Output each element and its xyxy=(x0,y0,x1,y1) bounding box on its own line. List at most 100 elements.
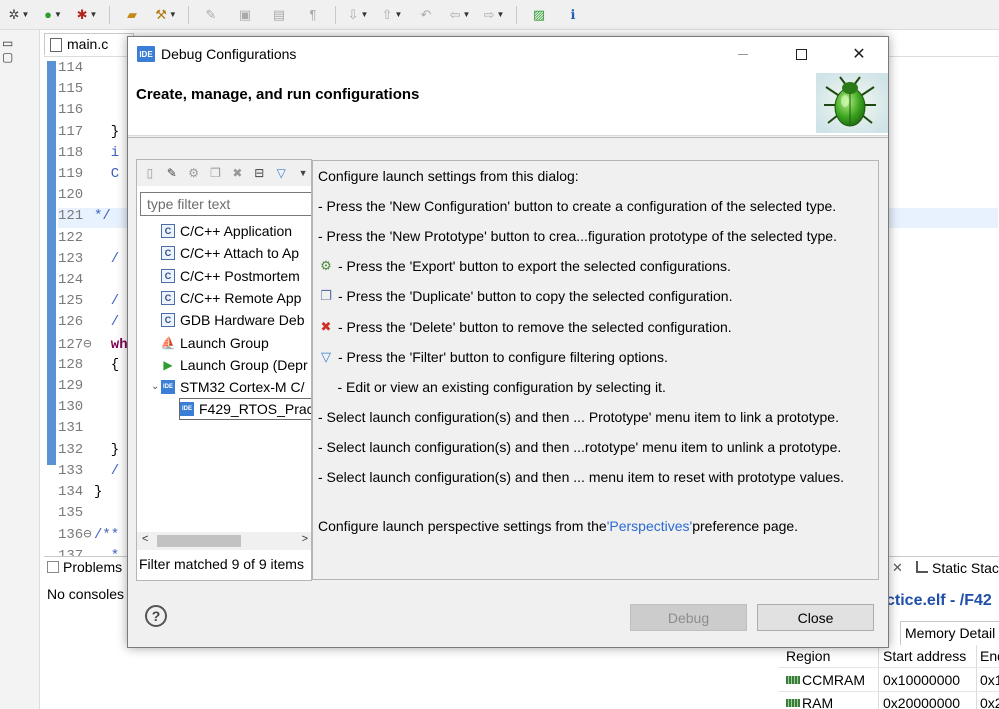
info-line: ✖ - Press the 'Delete' button to remove t… xyxy=(318,316,732,338)
region-label: RAM xyxy=(802,695,834,709)
duplicate-icon[interactable]: ❐ xyxy=(206,163,226,183)
tree-item[interactable]: ⛵ Launch Group xyxy=(161,332,269,354)
table-row[interactable]: RAM 0x20000000 0x2 xyxy=(778,692,999,709)
export-icon[interactable]: ⚙ xyxy=(184,163,204,183)
line-number: 124 xyxy=(58,272,84,288)
code-text: } xyxy=(94,484,103,500)
toolbar-separator xyxy=(188,5,189,24)
filter-input[interactable]: type filter text xyxy=(140,192,311,216)
close-button[interactable]: Close xyxy=(757,604,874,631)
forward-icon[interactable]: ⇨ ▼ xyxy=(479,4,509,26)
dialog-header: Create, manage, and run configurations xyxy=(128,71,888,136)
info-line: ▽ - Press the 'Filter' button to configur… xyxy=(318,346,668,368)
help-icon[interactable]: ? xyxy=(145,605,167,627)
perspectives-link[interactable]: 'Perspectives' xyxy=(607,518,693,534)
end-address-cell: 0x1 xyxy=(980,672,999,688)
column-header[interactable]: End xyxy=(980,648,999,664)
info-line-text: - Press the 'Export' button to export th… xyxy=(338,258,731,275)
debug-gear-icon[interactable]: ✲ ▼ xyxy=(4,4,34,26)
debug-button[interactable]: Debug xyxy=(630,604,747,631)
toggle-icon[interactable]: ▣ xyxy=(230,4,260,26)
toolbar-separator xyxy=(335,5,336,24)
block-icon[interactable]: ▤ xyxy=(264,4,294,26)
line-number: 122 xyxy=(58,229,84,246)
horizontal-scrollbar[interactable]: < > xyxy=(137,532,311,550)
delete-icon[interactable]: ✖ xyxy=(228,163,248,183)
column-header[interactable]: Region xyxy=(786,648,830,664)
code-text: / xyxy=(94,293,120,310)
line-number: 120 xyxy=(58,187,84,204)
dialog-titlebar[interactable]: IDE Debug Configurations ✕ xyxy=(128,37,888,71)
editor-tab-main-c[interactable]: main.c xyxy=(44,33,134,55)
close-icon[interactable]: ✕ xyxy=(892,560,903,576)
info-line-text: - Select launch configuration(s) and the… xyxy=(318,408,839,425)
pilcrow-icon[interactable]: ¶ xyxy=(298,4,328,26)
edit-icon[interactable]: ✎ xyxy=(196,4,226,26)
prev-annotation-icon[interactable]: ⇧ ▼ xyxy=(377,4,407,26)
open-perspective-icon[interactable]: ▨ xyxy=(524,4,554,26)
perspectives-text-after: preference page. xyxy=(692,518,799,534)
c-file-icon xyxy=(50,38,62,52)
tree-item[interactable]: IDE F429_RTOS_Practice_01 Debug xyxy=(179,398,311,421)
close-window-button[interactable]: ✕ xyxy=(836,37,882,71)
new-prototype-icon[interactable]: ✎ xyxy=(162,163,182,183)
bug-run-icon[interactable]: ✱ ▼ xyxy=(72,4,102,26)
line-number: 131 xyxy=(58,420,84,437)
tree-item-label: Launch Group (Depr xyxy=(180,356,308,373)
line-number: 119 xyxy=(58,166,84,182)
collapse-all-icon[interactable]: ⊟ xyxy=(249,163,269,183)
main-toolbar: ✲ ▼ ● ▼ ✱ ▼ ▰ ⚒ ▼ ✎ ▣ ▤ ¶ ⇩ ▼ ⇧ ▼ ↶ ⇦ ▼ ⇨ ▼ ▨ ℹ xyxy=(0,0,999,30)
line-number: 126 xyxy=(58,314,84,331)
scrollbar-thumb[interactable] xyxy=(157,535,241,547)
c-icon: C xyxy=(161,268,175,283)
back-icon[interactable]: ⇦ ▼ xyxy=(445,4,475,26)
tree-item[interactable]: C C/C++ Attach to Ap xyxy=(161,242,299,264)
last-edit-icon[interactable]: ↶ xyxy=(411,4,441,26)
run-icon[interactable]: ● ▼ xyxy=(38,4,68,26)
line-number: 135 xyxy=(58,505,84,522)
c-icon: C xyxy=(161,290,175,305)
wand-icon[interactable]: ⚒ ▼ xyxy=(151,4,181,26)
table-row[interactable]: CCMRAM 0x10000000 0x1 xyxy=(778,669,999,692)
tree-item[interactable]: C C/C++ Postmortem xyxy=(161,265,300,287)
line-number: 118 xyxy=(58,144,84,161)
maximize-button[interactable] xyxy=(778,37,824,71)
tree-item[interactable]: C GDB Hardware Deb xyxy=(161,309,305,331)
table-header: Region Start address End xyxy=(778,645,999,668)
line-number: 121 xyxy=(58,208,84,225)
tree-item[interactable]: ▶ Launch Group (Depr xyxy=(161,354,308,376)
region-cell: CCMRAM xyxy=(786,672,865,688)
line-number: 136⊖ xyxy=(58,527,92,544)
code-text: / xyxy=(94,314,120,331)
memory-table: Region Start address End CCMRAM 0x100000… xyxy=(778,645,999,709)
start-address-cell: 0x20000000 xyxy=(883,695,961,709)
line-number: 116 xyxy=(58,102,84,119)
minimize-button[interactable] xyxy=(720,37,766,71)
next-annotation-icon[interactable]: ⇩ ▼ xyxy=(343,4,373,26)
tree-item-label: C/C++ Attach to Ap xyxy=(180,245,300,262)
analyzer-subtabs: s Memory Detail xyxy=(878,621,999,645)
chevron-down-icon[interactable]: ⌄ xyxy=(151,381,159,392)
open-folder-icon[interactable]: ▰ xyxy=(117,4,147,26)
change-marker-bar xyxy=(47,61,56,465)
tree-item[interactable]: IDE STM32 Cortex-M C/ xyxy=(161,376,304,398)
configuration-tree-pane: ▯ ✎ ⚙ ❐ ✖ ⊟ ▽ ▼ type filter text ⌄ C C/C+… xyxy=(136,159,312,581)
filter-icon[interactable]: ▽ xyxy=(271,163,291,183)
info-icon[interactable]: ℹ xyxy=(558,4,588,26)
problems-tab[interactable]: Problems xyxy=(47,559,122,575)
static-stack-tab[interactable]: Static Stac xyxy=(916,560,999,576)
tree-item-label: Launch Group xyxy=(180,334,269,351)
column-header[interactable]: Start address xyxy=(883,648,966,664)
scroll-left-icon[interactable]: < xyxy=(142,533,148,545)
code-text: i xyxy=(94,144,120,161)
new-configuration-icon[interactable]: ▯ xyxy=(140,163,160,183)
memory-details-tab[interactable]: Memory Detail xyxy=(900,621,999,645)
console-panel: Problems No consoles xyxy=(44,556,128,709)
code-text: C xyxy=(94,166,120,182)
code-text: */ xyxy=(94,208,111,225)
info-line-text: - Select launch configuration(s) and the… xyxy=(318,469,845,485)
tree-item[interactable]: C C/C++ Remote App xyxy=(161,287,301,309)
minimize-maximize-icons[interactable]: ▭ ▢ xyxy=(0,36,39,64)
tree-item[interactable]: C C/C++ Application xyxy=(161,220,292,242)
info-line-text: - Press the 'Filter' button to configure… xyxy=(338,348,668,365)
